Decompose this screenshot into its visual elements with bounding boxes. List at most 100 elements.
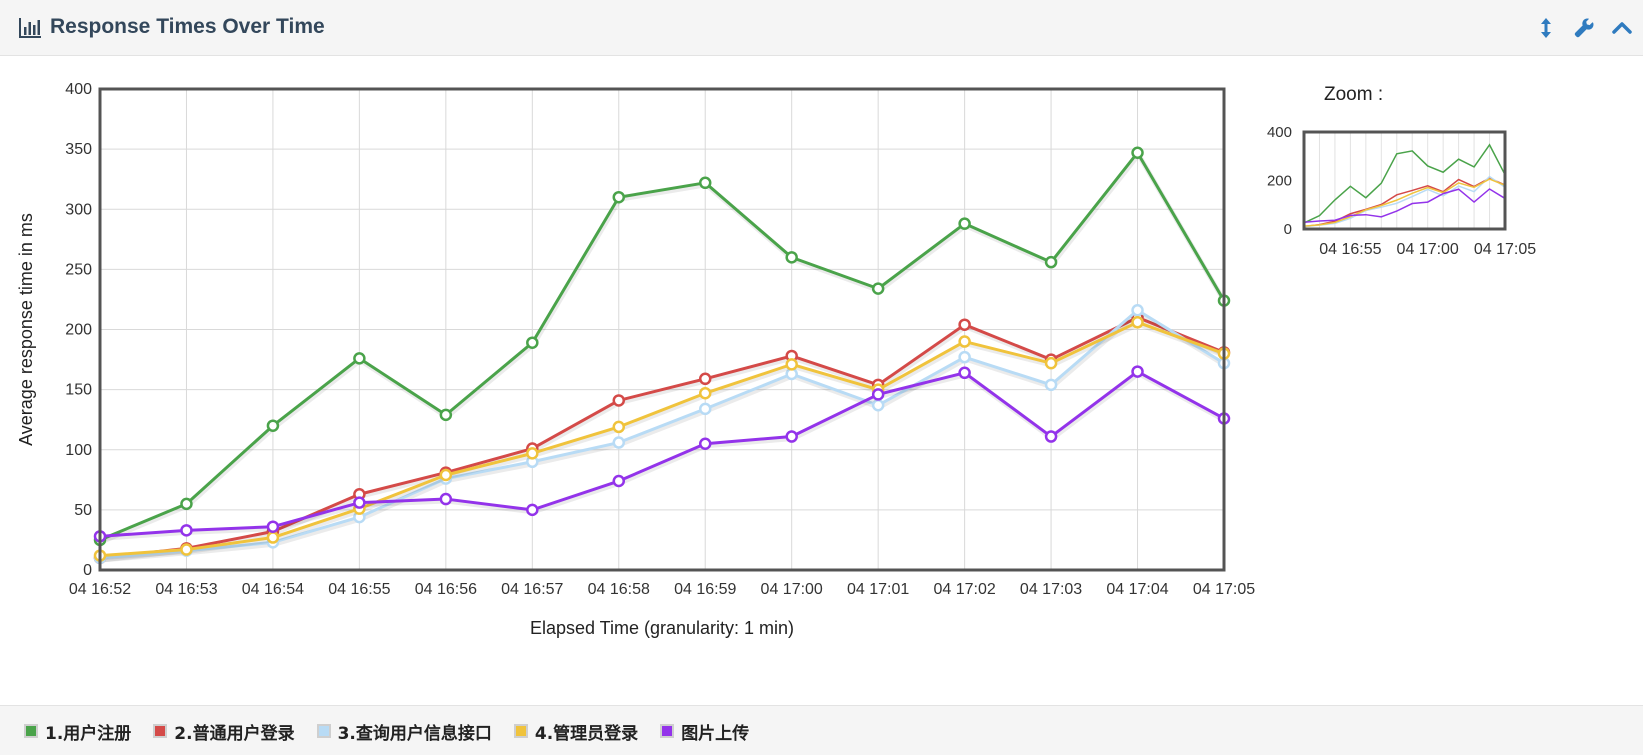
- data-point[interactable]: [612, 190, 626, 204]
- legend-swatch: [316, 724, 331, 738]
- data-point[interactable]: [958, 335, 971, 348]
- x-tick-label: 04 16:58: [588, 581, 650, 598]
- series-line-shadow: [100, 150, 1228, 545]
- data-point[interactable]: [785, 430, 798, 443]
- data-point[interactable]: [958, 350, 971, 364]
- x-tick-label: 04 16:53: [155, 581, 217, 598]
- response-times-chart[interactable]: 0 50 100 150 200 250 300 350 400 04 16:52 04 16:53…: [0, 60, 1300, 700]
- x-tick-label: 04 16:55: [328, 581, 390, 598]
- y-tick-label: 200: [65, 322, 92, 339]
- legend-item-4[interactable]: 4.管理员登录: [513, 719, 638, 744]
- x-tick-label: 04 17:03: [1020, 581, 1082, 598]
- x-tick-label: 04 17:01: [847, 581, 909, 598]
- legend-item-1[interactable]: 1.用户注册: [24, 719, 131, 744]
- data-point[interactable]: [180, 543, 193, 556]
- data-point[interactable]: [698, 386, 712, 400]
- series-line[interactable]: [99, 370, 1225, 538]
- data-point[interactable]: [785, 251, 798, 264]
- data-point[interactable]: [353, 352, 366, 365]
- series-line-shadow: [100, 370, 1227, 541]
- zoom-title: Zoom :: [1324, 84, 1384, 105]
- x-tick-label: 04 16:56: [415, 581, 477, 598]
- legend-item-5[interactable]: 图片上传: [660, 719, 749, 744]
- data-point[interactable]: [698, 372, 712, 386]
- panel-title: Response Times Over Time: [50, 15, 325, 38]
- chevron-up-icon[interactable]: [1610, 16, 1634, 40]
- data-point[interactable]: [1044, 378, 1058, 392]
- data-point[interactable]: [353, 496, 366, 509]
- y-tick-label: 150: [65, 382, 92, 399]
- y-tick-label: 250: [65, 261, 92, 278]
- legend-label: 2.普通用户登录: [174, 723, 295, 744]
- legend-label: 图片上传: [681, 723, 750, 744]
- data-point[interactable]: [612, 420, 626, 434]
- data-point[interactable]: [266, 520, 280, 533]
- data-point[interactable]: [612, 436, 626, 449]
- zoom-x-tick-label: 04 16:55: [1319, 241, 1381, 258]
- y-tick-label: 0: [83, 562, 92, 579]
- y-axis-label: Average response time in ms: [16, 213, 36, 446]
- data-point[interactable]: [1044, 255, 1058, 269]
- legend-swatch: [660, 724, 675, 738]
- zoom-x-tick-label: 04 17:05: [1474, 241, 1536, 258]
- data-point[interactable]: [785, 358, 798, 371]
- y-tick-label: 50: [74, 502, 92, 519]
- data-point[interactable]: [698, 437, 712, 450]
- x-tick-label: 04 16:52: [69, 581, 131, 598]
- data-point[interactable]: [526, 336, 539, 349]
- zoom-chart[interactable]: 0 200 400 04 16:55 04 17:00 04 17:05: [1262, 120, 1562, 280]
- data-point[interactable]: [1131, 365, 1144, 378]
- data-point[interactable]: [958, 217, 971, 230]
- data-point[interactable]: [439, 492, 453, 506]
- data-point[interactable]: [612, 474, 626, 488]
- legend-item-2[interactable]: 2.普通用户登录: [153, 719, 295, 744]
- zoom-series-line: [1303, 178, 1506, 227]
- data-point[interactable]: [526, 503, 539, 517]
- data-point[interactable]: [439, 408, 453, 422]
- x-tick-label: 04 17:04: [1106, 581, 1168, 598]
- y-tick-label: 100: [65, 442, 92, 459]
- resize-vertical-icon[interactable]: [1534, 16, 1558, 40]
- data-point[interactable]: [1131, 146, 1144, 159]
- zoom-x-tick-label: 04 17:00: [1397, 241, 1459, 258]
- data-point[interactable]: [439, 468, 453, 482]
- y-tick-label: 300: [65, 201, 92, 218]
- data-point[interactable]: [871, 399, 885, 412]
- chart-legend: 1.用户注册 2.普通用户登录 3.查询用户信息接口 4.管理员登录 图片上传: [24, 706, 771, 756]
- data-point[interactable]: [958, 318, 971, 331]
- legend-swatch: [513, 724, 528, 738]
- legend-swatch: [24, 724, 38, 738]
- x-tick-label: 04 17:02: [933, 581, 995, 598]
- legend-swatch: [153, 724, 168, 738]
- data-point[interactable]: [1131, 304, 1144, 317]
- zoom-y-tick-label: 0: [1284, 221, 1292, 238]
- wrench-icon[interactable]: [1572, 16, 1596, 40]
- data-point[interactable]: [871, 388, 885, 401]
- zoom-y-tick-label: 400: [1267, 124, 1292, 141]
- data-point[interactable]: [180, 497, 193, 511]
- data-point[interactable]: [1044, 356, 1058, 370]
- series-line[interactable]: [99, 151, 1226, 542]
- zoom-plot-border: [1302, 130, 1507, 231]
- legend-bar: 1.用户注册 2.普通用户登录 3.查询用户信息接口 4.管理员登录 图片上传: [0, 705, 1643, 755]
- zoom-series-line: [1303, 188, 1506, 223]
- data-point[interactable]: [612, 394, 626, 407]
- legend-label: 1.用户注册: [45, 723, 132, 744]
- data-point[interactable]: [526, 447, 539, 460]
- data-point[interactable]: [698, 176, 712, 190]
- data-point[interactable]: [1044, 430, 1058, 443]
- data-point[interactable]: [698, 402, 712, 416]
- series-1[interactable]: [93, 146, 1231, 547]
- data-point[interactable]: [266, 531, 280, 544]
- x-axis-label: Elapsed Time (granularity: 1 min): [530, 618, 794, 638]
- grid-lines: [99, 88, 1225, 571]
- legend-item-3[interactable]: 3.查询用户信息接口: [316, 719, 492, 744]
- x-tick-label: 04 16:59: [674, 581, 736, 598]
- data-point[interactable]: [1131, 316, 1144, 329]
- data-point[interactable]: [871, 282, 885, 295]
- data-point[interactable]: [180, 524, 193, 537]
- data-point[interactable]: [958, 366, 971, 380]
- x-tick-label: 04 17:05: [1193, 581, 1255, 598]
- x-tick-label: 04 16:57: [501, 581, 563, 598]
- data-point[interactable]: [266, 419, 280, 432]
